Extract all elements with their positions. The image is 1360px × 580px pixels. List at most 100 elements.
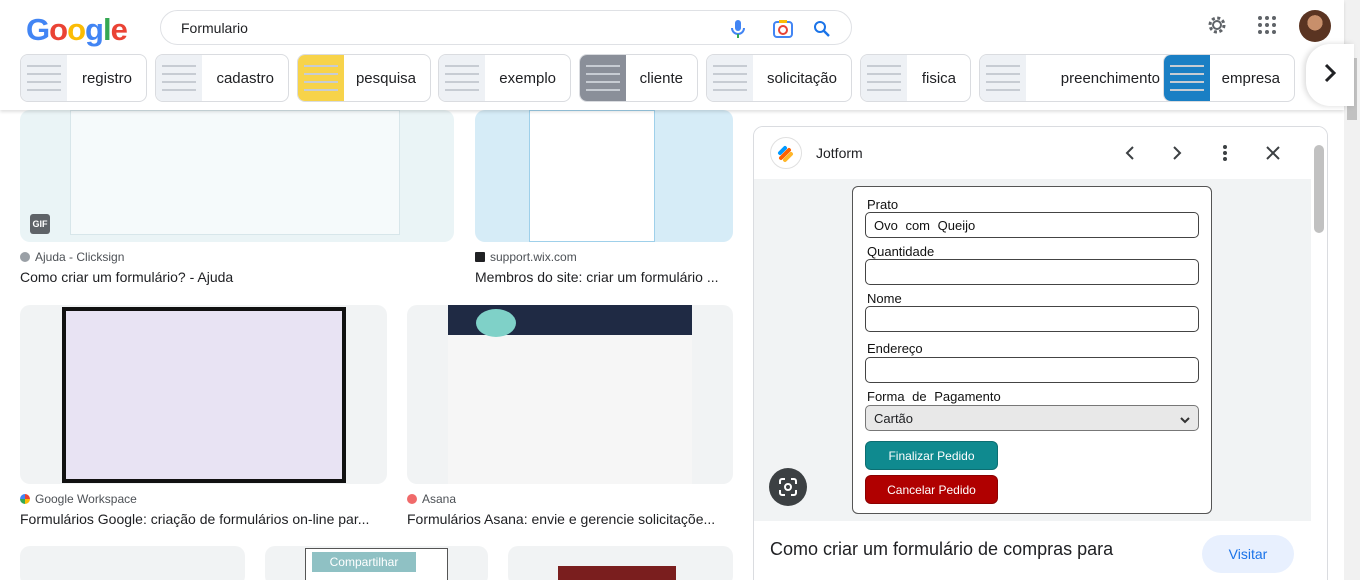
result-source: Ajuda - Clicksign	[20, 250, 124, 264]
logo-letter: o	[67, 12, 86, 47]
image-result[interactable]	[508, 546, 733, 580]
chip-label: pesquisa	[355, 70, 416, 87]
chips-next-button[interactable]	[1306, 44, 1354, 106]
thumbnail-image: Compartilhar	[305, 548, 448, 580]
prato-field	[865, 212, 1199, 238]
payment-select-value: Cartão	[874, 411, 914, 426]
gif-badge: GIF	[30, 214, 50, 234]
chip-label: registro	[81, 70, 132, 87]
result-thumbnail[interactable]: GIF	[20, 110, 454, 242]
image-result[interactable]: GIF Ajuda - Clicksign Como criar um form…	[20, 110, 454, 290]
close-icon[interactable]	[1261, 141, 1285, 165]
thumbnail-image	[529, 110, 655, 242]
field-label: Forma de Pagamento	[867, 389, 1001, 404]
thumbnail-image	[70, 110, 400, 235]
result-thumbnail[interactable]: Compartilhar	[265, 546, 488, 580]
apps-grid-icon[interactable]	[1254, 12, 1280, 38]
result-thumbnail[interactable]	[508, 546, 733, 580]
visit-button[interactable]: Visitar	[1202, 535, 1294, 573]
endereco-field	[865, 357, 1199, 383]
order-form-image: Prato Quantidade Nome Endereço Forma de …	[852, 186, 1212, 514]
image-result[interactable]: Asana Formulários Asana: envie e gerenci…	[407, 305, 733, 530]
preview-image[interactable]: Prato Quantidade Nome Endereço Forma de …	[754, 179, 1311, 521]
previous-icon[interactable]	[1118, 141, 1142, 165]
chip-pesquisa[interactable]: pesquisa	[297, 54, 431, 102]
site-favicon-icon	[407, 494, 417, 504]
search-icon[interactable]	[811, 18, 833, 40]
google-lens-icon[interactable]	[772, 18, 794, 40]
chip-label: cliente	[639, 70, 683, 87]
field-label: Quantidade	[867, 244, 935, 259]
google-logo[interactable]: Google	[26, 12, 128, 48]
chip-thumbnail	[1164, 55, 1210, 101]
image-result[interactable]: Compartilhar	[265, 546, 488, 580]
chip-thumbnail	[21, 55, 67, 101]
more-options-icon[interactable]	[1213, 141, 1237, 165]
gear-icon[interactable]	[1204, 12, 1230, 38]
chip-fisica[interactable]: fisica	[860, 54, 971, 102]
result-title[interactable]: Como criar um formulário? - Ajuda	[20, 269, 454, 285]
field-label: Nome	[867, 291, 902, 306]
chip-label: empresa	[1221, 70, 1280, 87]
result-source: support.wix.com	[475, 250, 577, 264]
chip-label: exemplo	[499, 70, 556, 87]
image-result[interactable]: support.wix.com Membros do site: criar u…	[475, 110, 733, 290]
avatar[interactable]	[1299, 10, 1331, 42]
panel-header: Jotform	[754, 127, 1327, 179]
nome-field	[865, 306, 1199, 332]
chip-solicitacao[interactable]: solicitação	[706, 54, 852, 102]
thumbnail-image	[62, 307, 346, 483]
logo-letter: e	[110, 12, 128, 47]
result-thumbnail[interactable]	[20, 305, 387, 484]
panel-title[interactable]: Como criar um formulário de compras para	[770, 539, 1113, 560]
search-box[interactable]	[160, 10, 852, 45]
chip-thumbnail	[298, 55, 344, 101]
result-thumbnail[interactable]	[407, 305, 733, 484]
chip-thumbnail	[707, 55, 753, 101]
thumbnail-image	[448, 305, 692, 484]
chip-label: preenchimento	[1060, 70, 1160, 87]
chip-thumbnail	[861, 55, 907, 101]
panel-scrollbar[interactable]	[1312, 133, 1324, 563]
panel-site-name[interactable]: Jotform	[816, 145, 863, 161]
image-result[interactable]: Google Workspace Formulários Google: cri…	[20, 305, 387, 530]
logo-letter: l	[102, 12, 112, 47]
thumbnail-image	[558, 566, 676, 580]
result-title[interactable]: Formulários Google: criação de formulári…	[20, 511, 387, 527]
chip-cliente[interactable]: cliente	[579, 54, 698, 102]
chip-thumbnail	[439, 55, 485, 101]
result-thumbnail[interactable]	[20, 546, 245, 580]
chip-exemplo[interactable]: exemplo	[438, 54, 571, 102]
panel-scrollbar-thumb[interactable]	[1314, 145, 1324, 233]
source-label: Ajuda - Clicksign	[35, 250, 125, 264]
chip-label: cadastro	[216, 70, 274, 87]
chip-empresa[interactable]: empresa	[1163, 54, 1295, 102]
source-label: support.wix.com	[490, 250, 577, 264]
field-label: Prato	[867, 197, 899, 212]
source-label: Asana	[422, 492, 457, 506]
search-input[interactable]	[181, 17, 701, 39]
microphone-icon[interactable]	[727, 18, 749, 40]
dropdown-arrow-icon	[1180, 412, 1190, 427]
chip-thumbnail	[580, 55, 626, 101]
payment-select: Cartão	[865, 405, 1199, 431]
jotform-logo-icon[interactable]	[770, 137, 802, 169]
chip-thumbnail	[156, 55, 202, 101]
cancelar-pedido-button: Cancelar Pedido	[865, 475, 998, 504]
chip-registro[interactable]: registro	[20, 54, 147, 102]
result-title[interactable]: Formulários Asana: envie e gerencie soli…	[407, 511, 733, 527]
chip-cadastro[interactable]: cadastro	[155, 54, 289, 102]
chip-thumbnail	[980, 55, 1026, 101]
site-favicon-icon	[20, 494, 30, 504]
chip-preenchimento[interactable]: preenchimento	[979, 54, 1175, 102]
result-title[interactable]: Membros do site: criar um formulário ...	[475, 269, 733, 285]
result-thumbnail[interactable]	[475, 110, 733, 242]
site-favicon-icon	[475, 252, 485, 262]
image-result[interactable]	[20, 546, 245, 580]
preview-panel: Jotform Prato Quantidade Nome E	[753, 126, 1328, 580]
google-lens-icon[interactable]	[769, 468, 807, 506]
next-icon[interactable]	[1165, 141, 1189, 165]
quantidade-field	[865, 259, 1199, 285]
related-chips: registro cadastro pesquisa exemplo clien…	[20, 54, 1320, 102]
chip-label: fisica	[921, 70, 956, 87]
